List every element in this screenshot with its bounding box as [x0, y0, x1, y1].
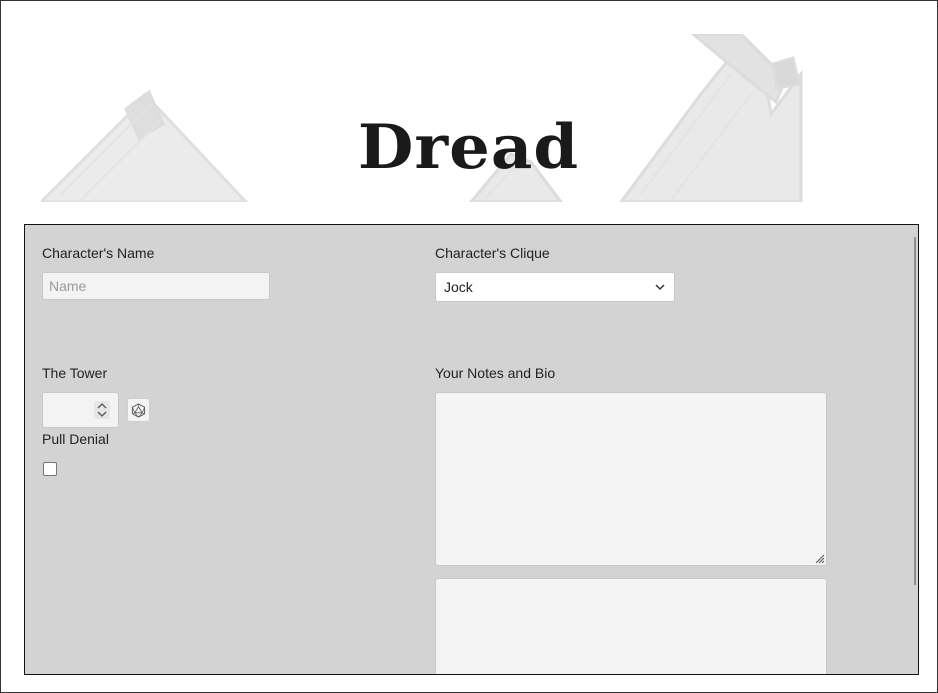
page-title: Dread	[357, 111, 580, 184]
tower-number-input[interactable]	[42, 392, 119, 428]
character-name-input[interactable]	[42, 272, 270, 300]
spinner-arrows-icon[interactable]	[94, 401, 110, 419]
resize-grip-icon[interactable]	[813, 552, 825, 564]
character-sheet-window: Dread Character's Name Character's Cliqu…	[0, 0, 938, 693]
header-banner: Dread	[41, 34, 896, 202]
tower-label: The Tower	[42, 365, 108, 381]
character-clique-select[interactable]: Jock	[435, 272, 675, 302]
pull-denial-label: Pull Denial	[42, 431, 109, 447]
pull-denial-checkbox[interactable]	[43, 462, 57, 476]
character-sheet-form: Character's Name Character's Clique Jock…	[24, 224, 919, 675]
notes-bio-label: Your Notes and Bio	[435, 365, 556, 381]
chevron-down-icon	[655, 284, 665, 291]
sheet-scrollbar[interactable]	[914, 237, 916, 585]
roll-tower-button[interactable]	[127, 398, 150, 422]
notes-extra-textarea[interactable]	[435, 578, 827, 674]
notes-bio-textarea[interactable]	[435, 392, 827, 566]
character-name-label: Character's Name	[42, 245, 155, 261]
d20-dice-icon	[131, 402, 146, 418]
character-clique-label: Character's Clique	[435, 245, 550, 261]
clique-selected-value: Jock	[444, 279, 473, 295]
